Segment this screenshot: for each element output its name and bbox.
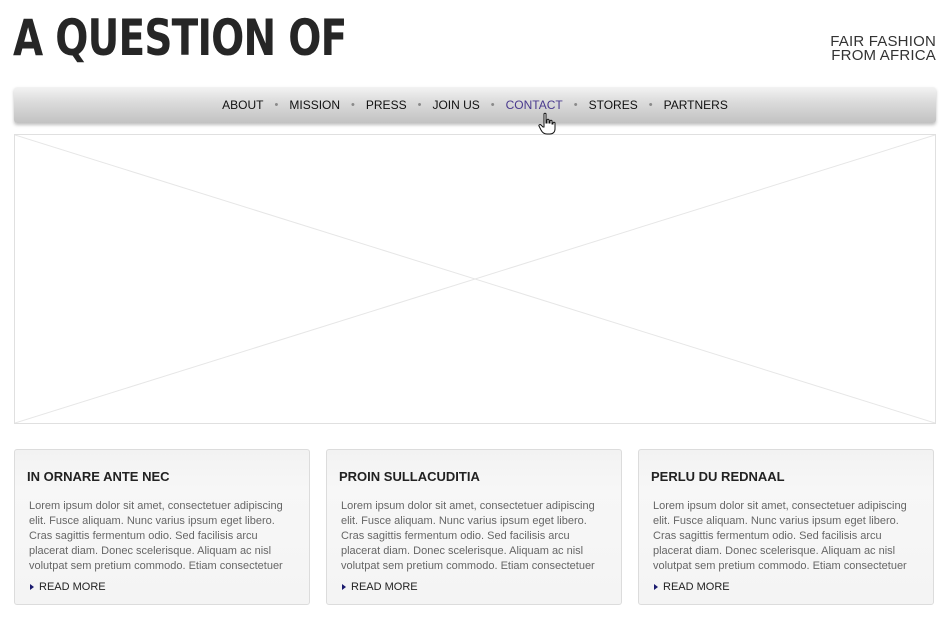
read-more-label: READ MORE [351,581,418,593]
card-title: IN ORNARE ANTE NEC [27,469,170,484]
card-title: PERLU DU REDNAAL [651,469,785,484]
nav-item-mission[interactable]: MISSION [289,98,340,112]
nav-separator: • [490,99,495,111]
card-body: Lorem ipsum dolor sit amet, consectetuer… [29,500,283,572]
site-logo[interactable]: A QUESTION OF [13,10,347,66]
card-body: Lorem ipsum dolor sit amet, consectetuer… [341,500,595,572]
feature-card: PROIN SULLACUDITIA Lorem ipsum dolor sit… [326,449,622,605]
nav-item-join-us[interactable]: JOIN US [432,98,479,112]
card-title: PROIN SULLACUDITIA [339,469,480,484]
nav-separator: • [573,99,578,111]
read-more-link[interactable]: READ MORE [342,581,418,593]
feature-card: IN ORNARE ANTE NEC Lorem ipsum dolor sit… [14,449,310,605]
nav-separator: • [417,99,422,111]
nav-item-about[interactable]: ABOUT [222,98,263,112]
arrow-right-icon [30,584,34,590]
nav-separator: • [351,99,355,111]
nav-separator: • [274,99,279,111]
read-more-link[interactable]: READ MORE [654,581,730,593]
nav-separator: • [648,99,653,111]
read-more-label: READ MORE [39,581,106,593]
nav-item-partners[interactable]: PARTNERS [664,98,728,112]
feature-card: PERLU DU REDNAAL Lorem ipsum dolor sit a… [638,449,934,605]
tagline-line-2: FROM AFRICA [831,47,936,64]
card-body: Lorem ipsum dolor sit amet, consectetuer… [653,500,907,572]
hero-image-placeholder [14,134,936,424]
nav-item-press[interactable]: PRESS [366,98,407,112]
image-placeholder-icon [15,135,935,423]
read-more-link[interactable]: READ MORE [30,581,106,593]
arrow-right-icon [654,584,658,590]
nav-item-stores[interactable]: STORES [589,98,638,112]
hand-pointer-cursor-icon [538,112,556,135]
nav-item-contact[interactable]: CONTACT [506,98,563,112]
read-more-label: READ MORE [663,581,730,593]
main-navigation: ABOUT • MISSION • PRESS • JOIN US • CONT… [14,87,936,123]
site-tagline: FAIR FASHION FROM AFRICA [830,34,936,64]
arrow-right-icon [342,584,346,590]
